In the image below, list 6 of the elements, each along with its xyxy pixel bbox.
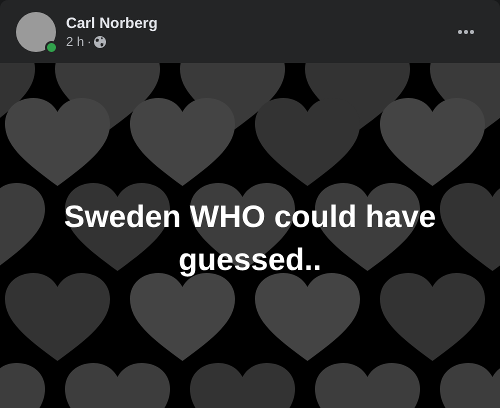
author-name[interactable]: Carl Norberg xyxy=(66,14,158,34)
post-text: Sweden WHO could have guessed.. xyxy=(64,198,436,276)
avatar[interactable] xyxy=(16,12,56,52)
separator: · xyxy=(87,34,92,50)
post-time[interactable]: 2 h xyxy=(66,34,84,50)
globe-icon[interactable] xyxy=(94,36,106,48)
